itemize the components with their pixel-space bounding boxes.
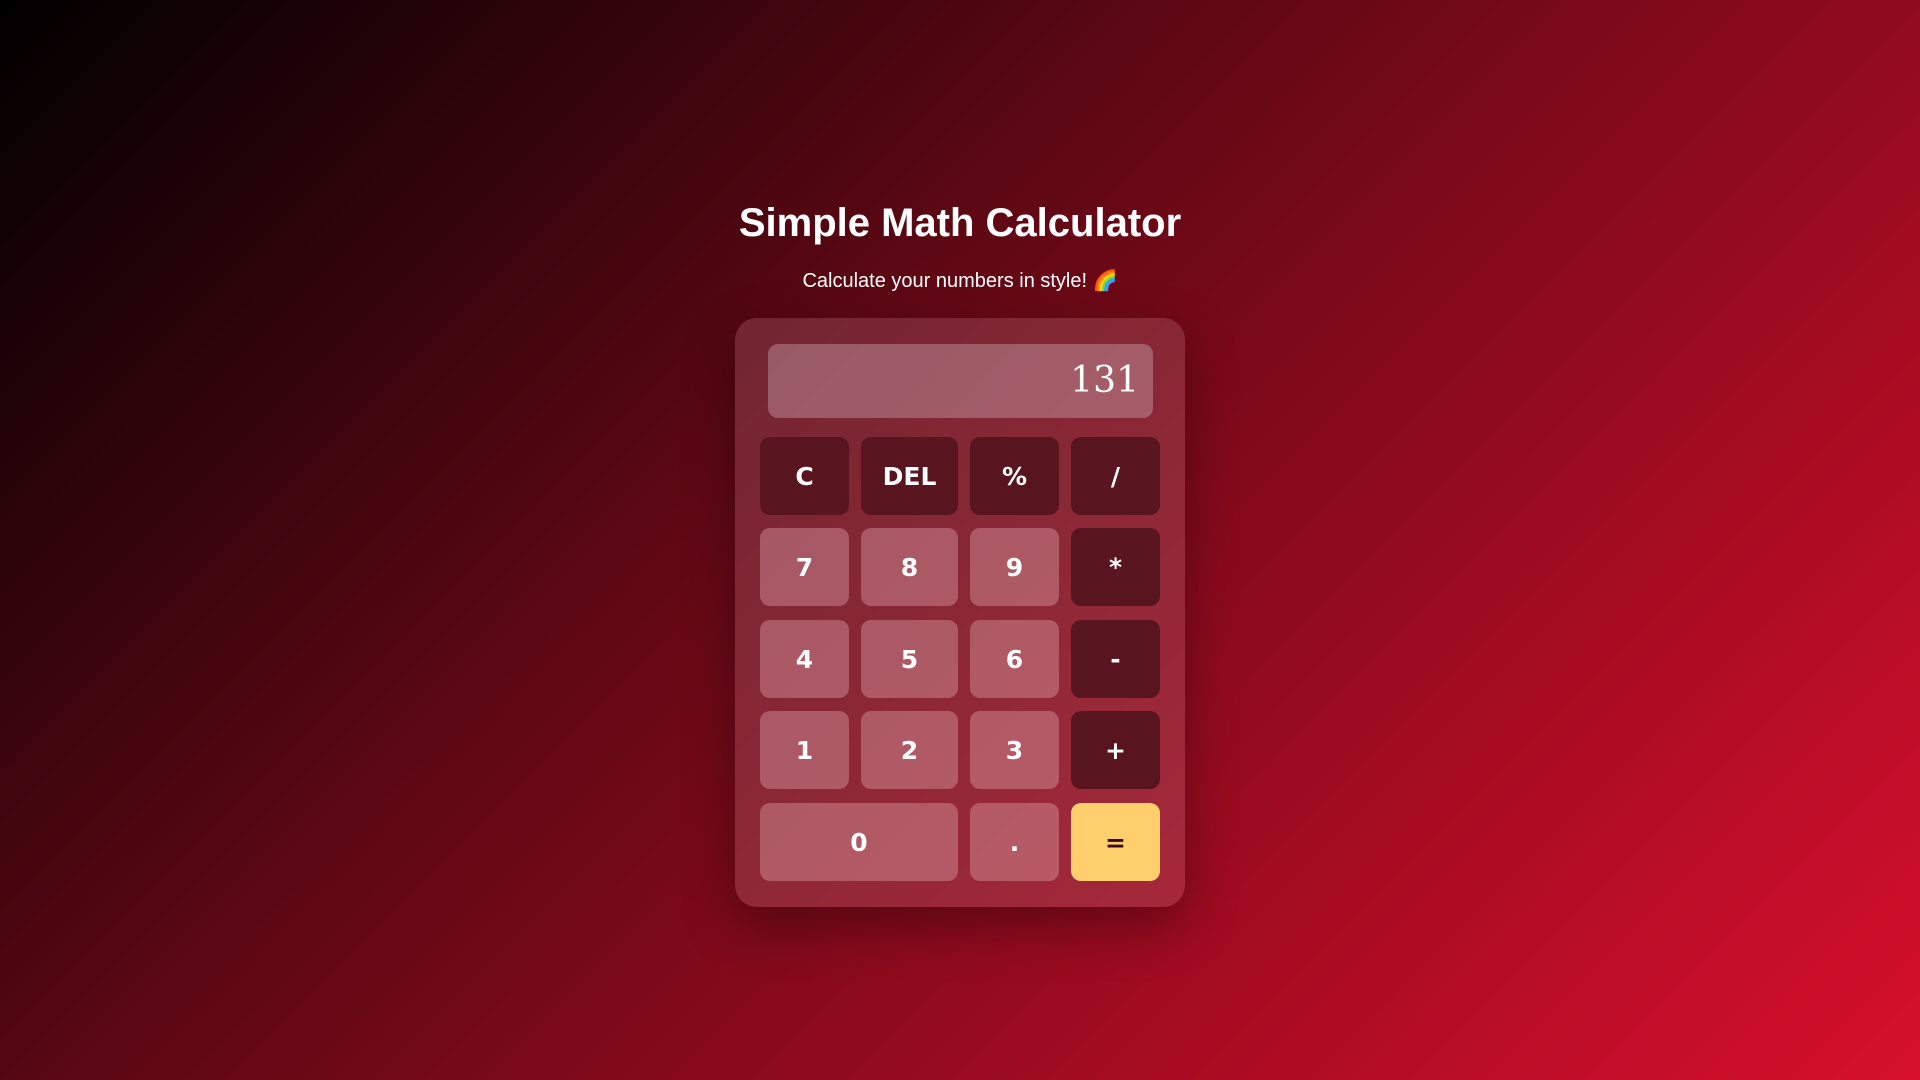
- digit-5-button[interactable]: 5: [861, 620, 958, 698]
- digit-7-button[interactable]: 7: [760, 528, 849, 606]
- calculator-display: 131: [768, 344, 1153, 418]
- digit-8-button[interactable]: 8: [861, 528, 958, 606]
- delete-button[interactable]: DEL: [861, 437, 958, 515]
- digit-2-button[interactable]: 2: [861, 711, 958, 789]
- digit-9-button[interactable]: 9: [970, 528, 1059, 606]
- divide-button[interactable]: /: [1071, 437, 1160, 515]
- decimal-button[interactable]: .: [970, 803, 1059, 881]
- clear-button[interactable]: C: [760, 437, 849, 515]
- digit-6-button[interactable]: 6: [970, 620, 1059, 698]
- digit-0-button[interactable]: 0: [760, 803, 958, 881]
- page-title: Simple Math Calculator: [738, 201, 1182, 245]
- multiply-button[interactable]: *: [1071, 528, 1160, 606]
- subtract-button[interactable]: -: [1071, 620, 1160, 698]
- page-subtitle: Calculate your numbers in style! 🌈: [802, 270, 1118, 292]
- digit-4-button[interactable]: 4: [760, 620, 849, 698]
- digit-3-button[interactable]: 3: [970, 711, 1059, 789]
- equals-button[interactable]: =: [1071, 803, 1160, 881]
- calculator-panel: 131 C DEL % / 7 8 9 * 4 5 6 - 1 2 3 + 0 …: [735, 318, 1185, 907]
- digit-1-button[interactable]: 1: [760, 711, 849, 789]
- add-button[interactable]: +: [1071, 711, 1160, 789]
- percent-button[interactable]: %: [970, 437, 1059, 515]
